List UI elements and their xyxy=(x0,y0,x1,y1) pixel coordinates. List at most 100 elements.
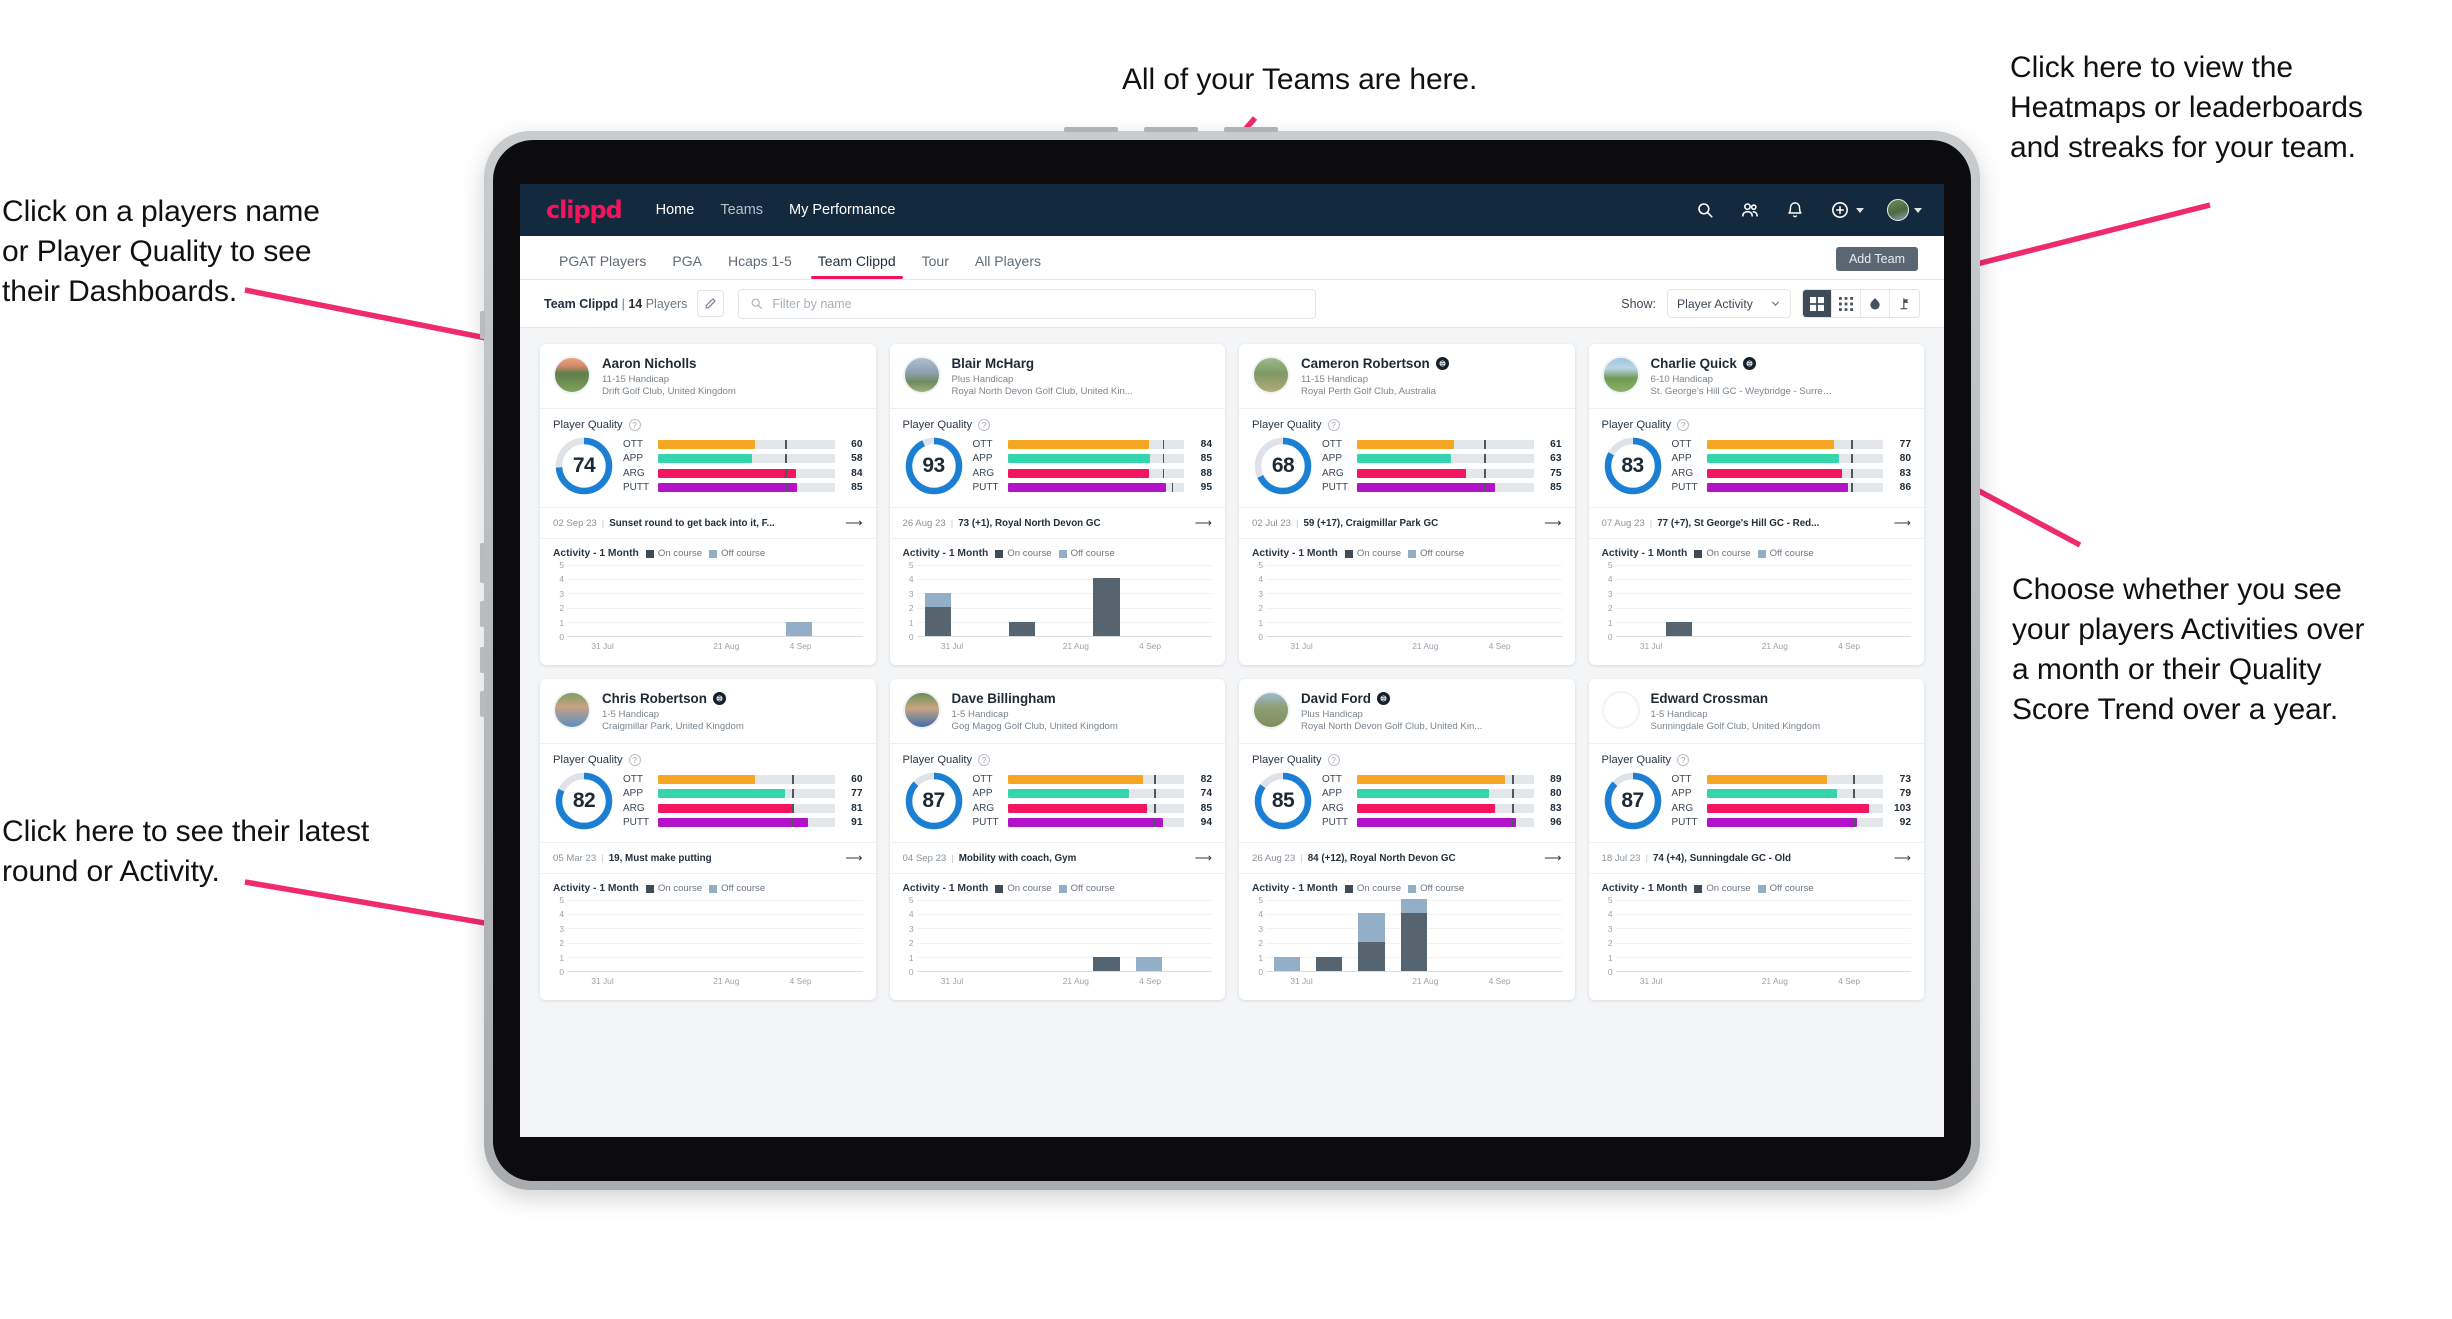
arrow-right-icon[interactable]: ⟶ xyxy=(1189,516,1212,530)
avatar[interactable] xyxy=(1601,691,1640,729)
latest-round-row[interactable]: 26 Aug 23 | 84 (+12), Royal North Devon GC… xyxy=(1239,842,1575,874)
bell-icon[interactable] xyxy=(1784,199,1806,221)
arrow-right-icon[interactable]: ⟶ xyxy=(1888,516,1911,530)
player-card[interactable]: Dave Billingham 1-5 Handicap Gog Magog Gol… xyxy=(889,679,1226,1000)
edit-team-button[interactable] xyxy=(697,290,725,317)
latest-round-row[interactable]: 07 Aug 23 | 77 (+7), St George's Hill GC -… xyxy=(1588,507,1924,539)
plus-circle-icon[interactable] xyxy=(1829,199,1851,221)
player-card-header[interactable]: Charlie Quick 6-10 Handicap St. George's H… xyxy=(1589,344,1925,408)
player-card[interactable]: Chris Robertson 1-5 Handicap Craigmillar P… xyxy=(540,679,876,1000)
question-icon[interactable]: ? xyxy=(1327,754,1340,766)
player-name[interactable]: Edward Crossman xyxy=(1651,691,1769,706)
player-name[interactable]: Chris Robertson xyxy=(602,691,707,706)
player-name-row[interactable]: Cameron Robertson xyxy=(1301,356,1449,371)
latest-round-row[interactable]: 02 Sep 23 | Sunset round to get back into … xyxy=(540,507,876,539)
player-quality-body[interactable]: 85 OTT 89 APP 80 ARG 83 PUTT 96 xyxy=(1239,768,1575,842)
player-quality-body[interactable]: 93 OTT 84 APP 85 ARG 88 PUTT 95 xyxy=(890,433,1226,507)
player-card-header[interactable]: Dave Billingham 1-5 Handicap Gog Magog Gol… xyxy=(890,679,1226,743)
tab-pgat-players[interactable]: PGAT Players xyxy=(546,253,659,279)
player-name-row[interactable]: Aaron Nicholls xyxy=(602,356,736,371)
search-icon[interactable] xyxy=(1694,199,1716,221)
player-quality-donut[interactable]: 85 xyxy=(1252,770,1314,832)
avatar[interactable] xyxy=(902,691,941,729)
player-card[interactable]: Aaron Nicholls 11-15 Handicap Drift Golf C… xyxy=(540,344,876,665)
question-icon[interactable]: ? xyxy=(1677,419,1690,431)
player-card-header[interactable]: Cameron Robertson 11-15 Handicap Royal Per… xyxy=(1239,344,1575,408)
question-icon[interactable]: ? xyxy=(1327,419,1340,431)
question-icon[interactable]: ? xyxy=(1677,754,1690,766)
people-icon[interactable] xyxy=(1739,199,1761,221)
nav-item-teams[interactable]: Teams xyxy=(720,202,763,218)
player-name-row[interactable]: David Ford xyxy=(1301,691,1482,706)
player-name-row[interactable]: Dave Billingham xyxy=(952,691,1118,706)
player-quality-donut[interactable]: 74 xyxy=(553,435,615,497)
question-icon[interactable]: ? xyxy=(628,754,641,766)
player-name-row[interactable]: Edward Crossman xyxy=(1651,691,1821,706)
player-card-header[interactable]: Blair McHarg Plus Handicap Royal North Dev… xyxy=(890,344,1226,408)
avatar[interactable] xyxy=(1601,356,1640,394)
player-card-header[interactable]: David Ford Plus Handicap Royal North Devon… xyxy=(1239,679,1575,743)
nav-item-my-performance[interactable]: My Performance xyxy=(789,202,895,218)
tab-pga[interactable]: PGA xyxy=(659,253,715,279)
arrow-right-icon[interactable]: ⟶ xyxy=(1189,851,1212,865)
player-card[interactable]: Charlie Quick 6-10 Handicap St. George's H… xyxy=(1588,344,1925,665)
player-name[interactable]: Charlie Quick xyxy=(1651,356,1737,371)
player-quality-donut[interactable]: 87 xyxy=(903,770,965,832)
player-name-row[interactable]: Charlie Quick xyxy=(1651,356,1836,371)
player-quality-donut[interactable]: 87 xyxy=(1602,770,1664,832)
grid-small-icon[interactable] xyxy=(1832,290,1861,317)
player-name[interactable]: David Ford xyxy=(1301,691,1371,706)
arrow-right-icon[interactable]: ⟶ xyxy=(1888,851,1911,865)
player-name[interactable]: Aaron Nicholls xyxy=(602,356,697,371)
avatar[interactable] xyxy=(1887,199,1909,221)
player-card[interactable]: Blair McHarg Plus Handicap Royal North Dev… xyxy=(889,344,1226,665)
arrow-right-icon[interactable]: ⟶ xyxy=(839,516,862,530)
add-team-button[interactable]: Add Team xyxy=(1835,247,1918,271)
question-icon[interactable]: ? xyxy=(628,419,641,431)
search-input[interactable]: Filter by name xyxy=(738,288,1317,319)
tab-tour[interactable]: Tour xyxy=(909,253,962,279)
player-card-header[interactable]: Aaron Nicholls 11-15 Handicap Drift Golf C… xyxy=(540,344,876,408)
avatar[interactable] xyxy=(902,356,941,394)
latest-round-row[interactable]: 04 Sep 23 | Mobility with coach, Gym ⟶ xyxy=(889,842,1225,874)
player-quality-donut[interactable]: 83 xyxy=(1602,435,1664,497)
leaderboard-icon[interactable] xyxy=(1890,290,1919,317)
player-name[interactable]: Cameron Robertson xyxy=(1301,356,1430,371)
arrow-right-icon[interactable]: ⟶ xyxy=(1538,851,1561,865)
latest-round-row[interactable]: 18 Jul 23 | 74 (+4), Sunningdale GC - Old ⟶ xyxy=(1588,842,1924,874)
arrow-right-icon[interactable]: ⟶ xyxy=(1538,516,1561,530)
heatmap-icon[interactable] xyxy=(1861,290,1890,317)
avatar[interactable] xyxy=(1252,691,1290,729)
avatar[interactable] xyxy=(553,356,591,394)
player-quality-body[interactable]: 87 OTT 73 APP 79 ARG 103 PUTT 92 xyxy=(1589,768,1925,842)
player-card-header[interactable]: Chris Robertson 1-5 Handicap Craigmillar P… xyxy=(540,679,876,743)
player-name-row[interactable]: Blair McHarg xyxy=(952,356,1133,371)
latest-round-row[interactable]: 26 Aug 23 | 73 (+1), Royal North Devon GC ⟶ xyxy=(889,507,1225,539)
avatar[interactable] xyxy=(553,691,591,729)
plus-circle-menu[interactable] xyxy=(1829,199,1864,221)
player-quality-donut[interactable]: 68 xyxy=(1252,435,1314,497)
player-name[interactable]: Dave Billingham xyxy=(952,691,1056,706)
player-card-header[interactable]: Edward Crossman 1-5 Handicap Sunningdale G… xyxy=(1589,679,1925,743)
nav-item-home[interactable]: Home xyxy=(656,202,695,218)
player-card[interactable]: David Ford Plus Handicap Royal North Devon… xyxy=(1239,679,1575,1000)
tab-hcaps-1-5[interactable]: Hcaps 1-5 xyxy=(715,253,805,279)
latest-round-row[interactable]: 02 Jul 23 | 59 (+17), Craigmillar Park GC ⟶ xyxy=(1239,507,1575,539)
arrow-right-icon[interactable]: ⟶ xyxy=(839,851,862,865)
user-menu[interactable] xyxy=(1887,199,1922,221)
tab-team-clippd[interactable]: Team Clippd xyxy=(805,253,909,279)
player-quality-donut[interactable]: 93 xyxy=(903,435,965,497)
show-select[interactable]: Player Activity xyxy=(1667,289,1791,318)
player-card[interactable]: Edward Crossman 1-5 Handicap Sunningdale G… xyxy=(1588,679,1925,1000)
player-quality-body[interactable]: 68 OTT 61 APP 63 ARG 75 PUTT 85 xyxy=(1239,433,1575,507)
avatar[interactable] xyxy=(1252,356,1290,394)
tab-all-players[interactable]: All Players xyxy=(962,253,1054,279)
player-quality-body[interactable]: 74 OTT 60 APP 58 ARG 84 PUTT 85 xyxy=(540,433,876,507)
player-quality-donut[interactable]: 82 xyxy=(553,770,615,832)
player-quality-body[interactable]: 87 OTT 82 APP 74 ARG 85 PUTT 94 xyxy=(890,768,1226,842)
grid-large-icon[interactable] xyxy=(1803,290,1832,317)
player-quality-body[interactable]: 83 OTT 77 APP 80 ARG 83 PUTT 86 xyxy=(1589,433,1925,507)
question-icon[interactable]: ? xyxy=(978,754,991,766)
question-icon[interactable]: ? xyxy=(978,419,991,431)
player-card[interactable]: Cameron Robertson 11-15 Handicap Royal Per… xyxy=(1239,344,1575,665)
